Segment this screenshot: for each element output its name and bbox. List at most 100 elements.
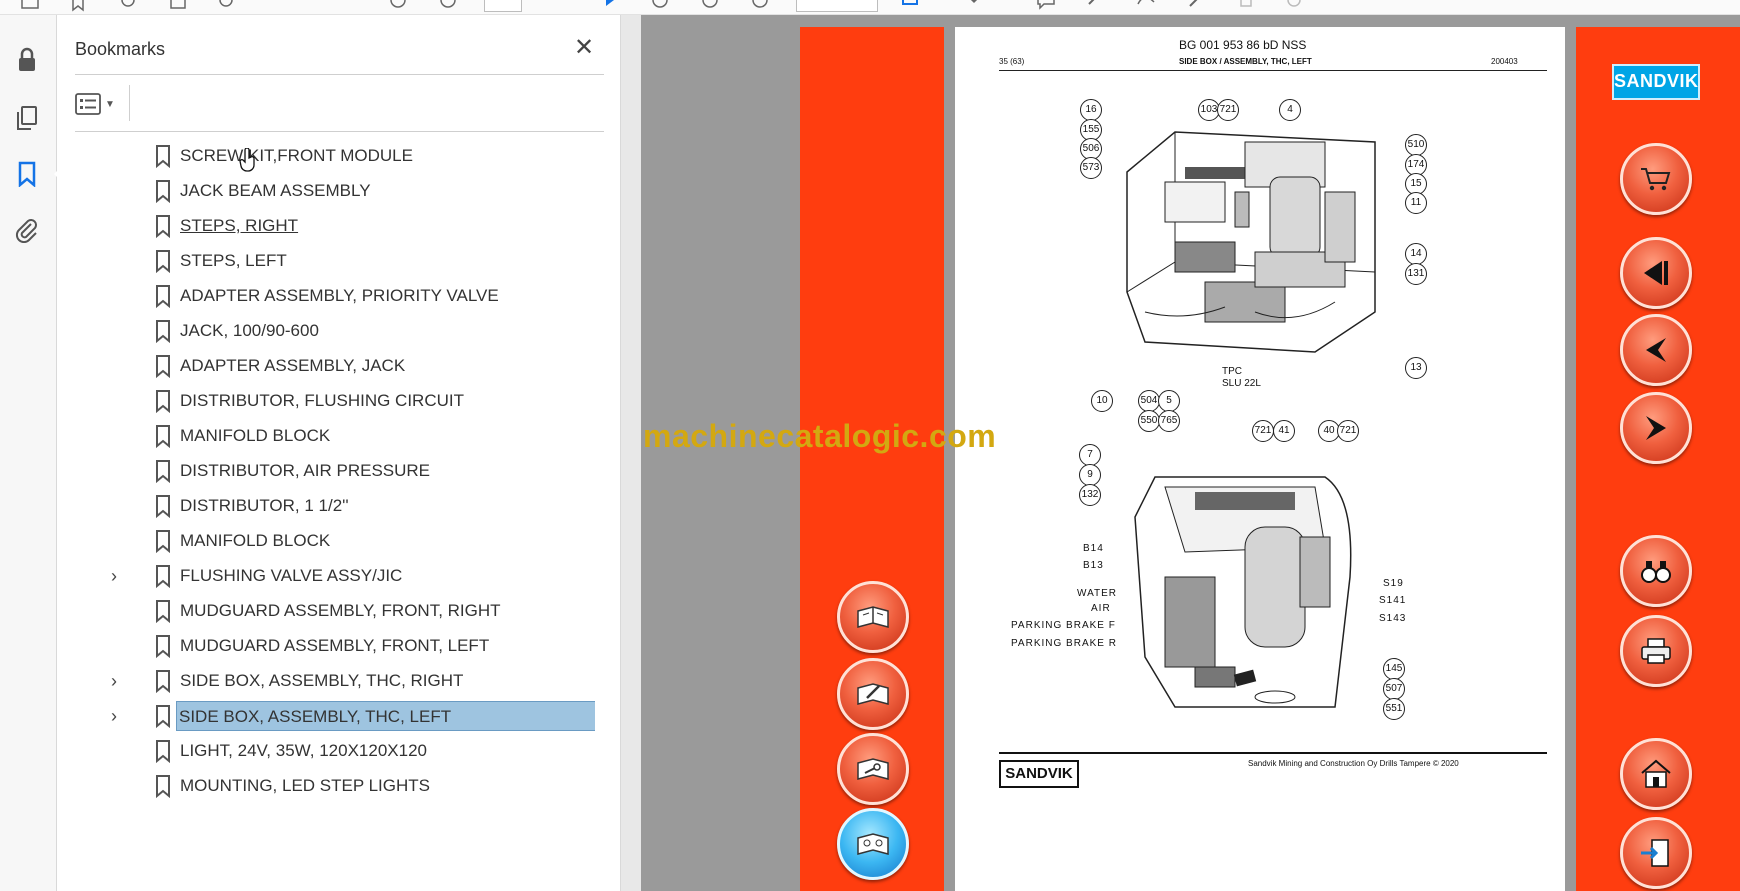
manual-tools-button[interactable] [837, 733, 909, 805]
bookmark-label: FLUSHING VALVE ASSY/JIC [180, 566, 403, 585]
home-button[interactable] [1620, 738, 1692, 810]
view-icon[interactable] [20, 0, 40, 12]
divider [75, 74, 604, 75]
exit-button[interactable] [1620, 817, 1692, 889]
chevron-down-icon: ▼ [105, 98, 115, 110]
callout: 573 [1080, 157, 1102, 179]
bookmark-item[interactable]: › FLUSHING VALVE ASSY/JIC [75, 558, 595, 594]
bookmark-item[interactable]: › SIDE BOX, ASSEMBLY, THC, RIGHT [75, 663, 595, 699]
bookmark-item[interactable]: DISTRIBUTOR, AIR PRESSURE [75, 453, 595, 489]
page-down-icon[interactable] [438, 0, 458, 12]
manual-open-button[interactable] [837, 581, 909, 653]
bookmark-item[interactable]: MANIFOLD BLOCK [75, 523, 595, 559]
bookmark-add-icon[interactable] [68, 0, 88, 12]
close-icon[interactable]: ✕ [573, 36, 595, 60]
zoom-in-icon[interactable] [750, 0, 770, 12]
bookmark-item[interactable]: SCREW KIT,FRONT MODULE [75, 138, 595, 174]
first-page-button[interactable] [1620, 237, 1692, 309]
fit-icon[interactable] [900, 0, 920, 12]
bookmark-icon [156, 600, 170, 623]
bookmark-icon [156, 250, 170, 273]
chevron-right-icon[interactable]: › [111, 672, 127, 690]
doc-footer-logo: SANDVIK [999, 760, 1079, 788]
callout: 550 [1138, 410, 1160, 432]
comment-icon[interactable] [1036, 0, 1056, 12]
home-icon [1641, 759, 1671, 788]
cart-icon [1641, 168, 1671, 191]
callout: 551 [1383, 698, 1405, 720]
cart-button[interactable] [1620, 143, 1692, 215]
bookmark-label: MANIFOLD BLOCK [180, 531, 331, 550]
bookmark-icon [156, 355, 170, 378]
bookmark-item[interactable]: ADAPTER ASSEMBLY, JACK [75, 348, 595, 384]
drawing-label: B13 [1083, 560, 1104, 571]
bookmark-icon [156, 180, 170, 203]
bookmark-item[interactable]: STEPS, RIGHT [75, 208, 595, 244]
callout: 41 [1273, 420, 1295, 442]
hand-icon[interactable] [650, 0, 670, 12]
cursor-icon[interactable] [600, 0, 620, 12]
zoom-out-icon[interactable] [700, 0, 720, 12]
bookmark-label: STEPS, LEFT [180, 251, 287, 270]
panel-collapse-handle[interactable] [621, 15, 1255, 891]
drawing-label: PARKING BRAKE R [1011, 638, 1117, 649]
pages-icon[interactable] [12, 103, 42, 133]
bookmark-icon [156, 635, 170, 658]
side-box-drawing-lower [1134, 476, 1352, 708]
top-toolbar [0, 0, 1740, 15]
previous-page-button[interactable] [1620, 314, 1692, 386]
chevron-right-icon[interactable]: › [111, 567, 127, 585]
zoom-icon[interactable] [218, 0, 238, 12]
panel-title: Bookmarks [75, 39, 166, 59]
bookmark-item[interactable]: JACK BEAM ASSEMBLY [75, 173, 595, 209]
chevron-right-icon[interactable]: › [111, 707, 127, 725]
sandvik-logo[interactable]: SANDVIK [1612, 64, 1700, 100]
manual-parts-button[interactable] [837, 808, 909, 880]
bookmark-label: SIDE BOX, ASSEMBLY, THC, LEFT [176, 701, 595, 731]
drawing-label: B14 [1083, 543, 1104, 554]
bookmark-item[interactable]: MANIFOLD BLOCK [75, 418, 595, 454]
bookmark-item[interactable]: STEPS, LEFT [75, 243, 595, 279]
page-up-icon[interactable] [388, 0, 408, 12]
print-icon[interactable] [168, 0, 188, 12]
doc-section: SIDE BOX / ASSEMBLY, THC, LEFT [1179, 57, 1312, 66]
callout: 13 [1405, 357, 1427, 379]
drawing-label: S19 [1383, 578, 1404, 589]
bookmark-item[interactable]: MUDGUARD ASSEMBLY, FRONT, RIGHT [75, 593, 595, 629]
callout: 14 [1405, 243, 1427, 265]
delete-icon[interactable] [1236, 0, 1256, 12]
page-number-field[interactable] [484, 0, 522, 12]
more-icon[interactable] [1284, 0, 1304, 12]
sign-icon[interactable] [1136, 0, 1156, 12]
doc-footer-text: Sandvik Mining and Construction Oy Drill… [1248, 759, 1459, 768]
document-page: BG 001 953 86 bD NSS 35 (63) SIDE BOX / … [955, 27, 1565, 891]
print-button[interactable] [1620, 615, 1692, 687]
bookmarks-icon[interactable] [12, 159, 63, 189]
callout: 721 [1252, 420, 1274, 442]
bookmark-icon [156, 145, 170, 168]
bookmark-item[interactable]: MUDGUARD ASSEMBLY, FRONT, LEFT [75, 628, 595, 664]
highlight-icon[interactable] [1086, 0, 1106, 12]
bookmark-item-selected[interactable]: › SIDE BOX, ASSEMBLY, THC, LEFT [75, 698, 595, 734]
share-icon[interactable] [118, 0, 138, 12]
bookmark-item[interactable]: DISTRIBUTOR, 1 1/2'' [75, 488, 595, 524]
manual-edit-button[interactable] [837, 658, 909, 730]
bookmark-item[interactable]: MOUNTING, LED STEP LIGHTS [75, 768, 595, 804]
callout: 132 [1079, 484, 1101, 506]
edit-icon[interactable] [1186, 0, 1206, 12]
bookmark-item[interactable]: JACK, 100/90-600 [75, 313, 595, 349]
drawing-label: PARKING BRAKE F [1011, 620, 1116, 631]
attachment-icon[interactable] [12, 215, 42, 245]
rotate-icon[interactable] [964, 0, 984, 12]
zoom-field[interactable] [796, 0, 878, 12]
bookmark-item[interactable]: DISTRIBUTOR, FLUSHING CIRCUIT [75, 383, 595, 419]
drawing-label: AIR [1091, 603, 1111, 614]
bookmark-item[interactable]: LIGHT, 24V, 35W, 120X120X120 [75, 733, 595, 769]
search-button[interactable] [1620, 535, 1692, 607]
lock-icon[interactable] [12, 45, 42, 75]
next-page-button[interactable] [1620, 392, 1692, 464]
bookmark-icon [156, 215, 170, 238]
bookmark-label: SCREW KIT,FRONT MODULE [180, 146, 413, 165]
bookmark-options-button[interactable]: ▼ [75, 89, 119, 119]
bookmark-item[interactable]: ADAPTER ASSEMBLY, PRIORITY VALVE [75, 278, 595, 314]
